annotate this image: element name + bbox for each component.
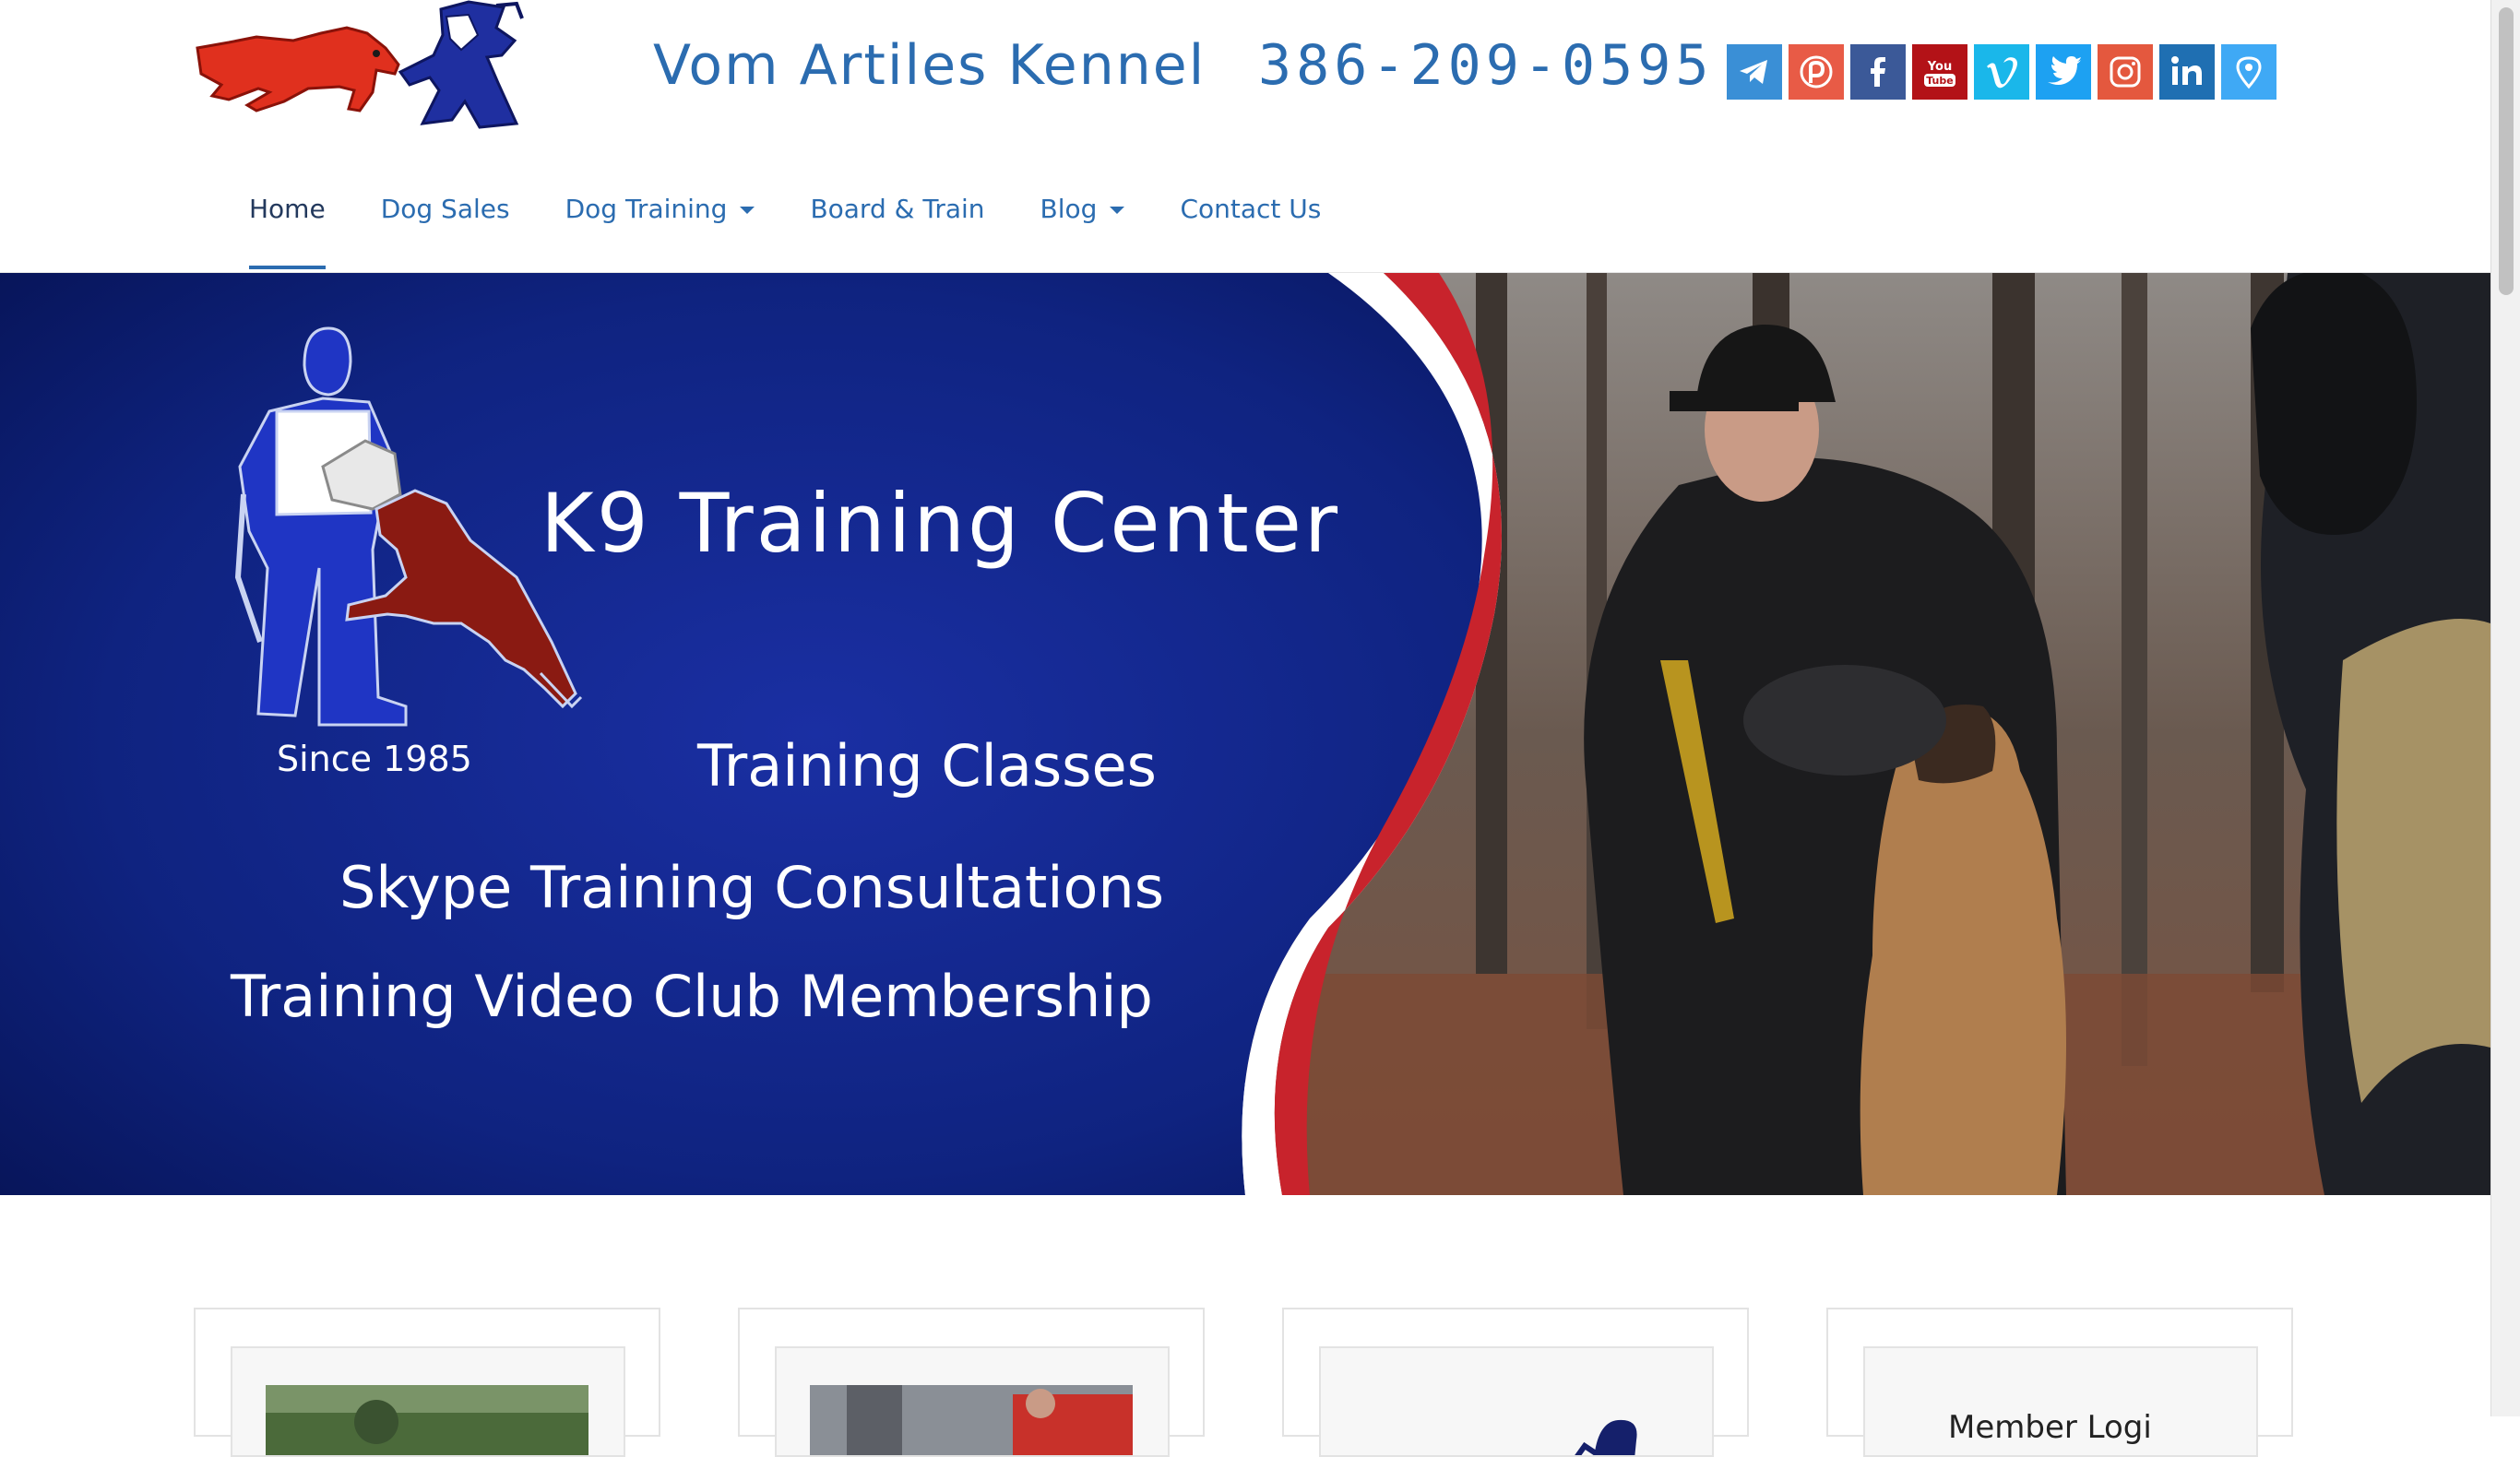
hero-background	[0, 273, 2490, 1195]
twitter-icon[interactable]	[2036, 44, 2091, 100]
nav-board-train[interactable]: Board & Train	[810, 175, 984, 224]
svg-text:Tube: Tube	[1926, 75, 1953, 87]
member-login-text[interactable]: Member Logi	[1948, 1409, 2152, 1446]
svg-text:You: You	[1927, 60, 1952, 74]
feature-card[interactable]	[1282, 1308, 1749, 1457]
nav-dog-training-label: Dog Training	[565, 194, 728, 224]
card-photo	[266, 1385, 588, 1455]
map-pin-icon[interactable]	[2221, 44, 2276, 100]
main-nav: Home Dog Sales Dog Training Board & Trai…	[249, 175, 1376, 272]
hero-line-training-classes[interactable]: Training Classes	[697, 732, 1157, 800]
hero-line-video-club[interactable]: Training Video Club Membership	[231, 963, 1153, 1030]
site-logo[interactable]	[192, 0, 539, 131]
nav-blog[interactable]: Blog	[1040, 175, 1125, 224]
page-scrollbar[interactable]	[2490, 0, 2520, 1416]
hero-title: K9 Training Center	[541, 476, 1341, 571]
hero-banner: K9 Training Center Since 1985 Training C…	[0, 273, 2490, 1195]
card-image-frame: Member Logi	[1863, 1346, 2258, 1457]
nav-home[interactable]: Home	[249, 175, 326, 269]
card-image-frame	[1319, 1346, 1714, 1457]
feature-card[interactable]: Member Logi	[1826, 1308, 2293, 1457]
nav-home-label: Home	[249, 194, 326, 224]
social-links: You Tube	[1727, 44, 2276, 100]
nav-board-train-label: Board & Train	[810, 194, 985, 224]
feature-card[interactable]	[194, 1308, 660, 1457]
youtube-icon[interactable]: You Tube	[1912, 44, 1967, 100]
chevron-down-icon	[740, 207, 755, 214]
card-logo-image	[1354, 1385, 1677, 1455]
feature-card[interactable]	[738, 1308, 1205, 1457]
instagram-icon[interactable]	[2098, 44, 2153, 100]
nav-dog-training[interactable]: Dog Training	[565, 175, 755, 224]
nav-contact-us[interactable]: Contact Us	[1180, 175, 1321, 224]
nav-dog-sales-label: Dog Sales	[380, 194, 510, 224]
patreon-icon[interactable]	[1789, 44, 1844, 100]
phone-number[interactable]: 386-209-0595	[1258, 33, 1713, 98]
card-image-frame	[775, 1346, 1170, 1457]
nav-contact-us-label: Contact Us	[1180, 194, 1322, 224]
chevron-down-icon	[1110, 207, 1125, 214]
telegram-icon[interactable]	[1727, 44, 1782, 100]
vimeo-icon[interactable]	[1974, 44, 2029, 100]
nav-blog-label: Blog	[1040, 194, 1098, 224]
site-header: Vom Artiles Kennel 386-209-0595 YouTube	[0, 0, 2490, 272]
facebook-icon[interactable]	[1850, 44, 1906, 100]
card-image-frame	[231, 1346, 625, 1457]
since-label: Since 1985	[277, 739, 472, 779]
nav-dog-sales[interactable]: Dog Sales	[381, 175, 510, 224]
site-title[interactable]: Vom Artiles Kennel	[653, 33, 1206, 98]
linkedin-icon[interactable]	[2159, 44, 2215, 100]
hero-line-skype-consultations[interactable]: Skype Training Consultations	[339, 854, 1164, 921]
scrollbar-thumb[interactable]	[2499, 7, 2514, 295]
card-photo	[810, 1385, 1133, 1455]
